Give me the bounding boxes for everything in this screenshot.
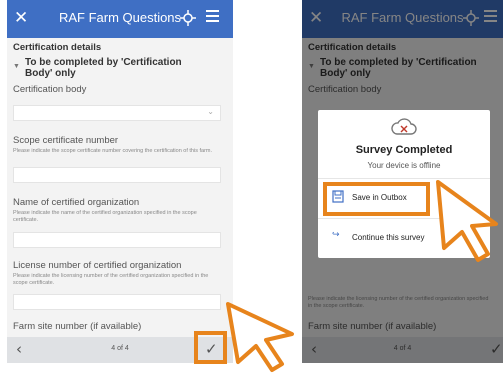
question-hint-scope-certificate: Please indicate the scope certificate nu… (13, 148, 213, 154)
question-label-farm-site: Farm site number (if available) (13, 321, 142, 332)
question-hint-organization-name: Please indicate the name of the certifie… (13, 210, 197, 223)
section-title: Certification details (13, 42, 102, 53)
pointer-cursor-icon (224, 300, 300, 379)
gps-icon[interactable] (179, 9, 197, 32)
highlight-checkmark-box (194, 331, 227, 364)
scope-certificate-input[interactable] (13, 167, 221, 183)
menu-icon[interactable] (206, 10, 219, 25)
question-hint-license-number: Please indicate the licensing number of … (13, 273, 209, 286)
continue-arrow-icon: ↪ (332, 230, 340, 240)
survey-form-screen: ✕ RAF Farm Questions Certification detai… (7, 0, 233, 363)
app-title: RAF Farm Questions (58, 10, 182, 25)
app-header: ✕ RAF Farm Questions (7, 0, 233, 38)
chevron-down-icon: ▼ (13, 63, 20, 70)
highlight-save-outbox-box (323, 182, 430, 216)
license-number-input[interactable] (13, 294, 221, 310)
cloud-offline-icon (390, 116, 418, 143)
dialog-title: Survey Completed (355, 144, 453, 156)
chevron-down-icon: ⌄ (207, 107, 214, 116)
group-label: To be completed by 'Certification Body' … (25, 57, 182, 79)
question-label-scope-certificate: Scope certificate number (13, 135, 119, 146)
organization-name-input[interactable] (13, 232, 221, 248)
dialog-message: Your device is offline (367, 161, 441, 170)
question-label-organization-name: Name of certified organization (13, 197, 140, 208)
pointer-cursor-icon (432, 178, 502, 273)
continue-survey-label: Continue this survey (352, 233, 425, 242)
certification-body-select[interactable]: ⌄ (13, 105, 221, 121)
question-label-certification-body: Certification body (13, 84, 87, 95)
question-label-license-number: License number of certified organization (13, 260, 182, 271)
